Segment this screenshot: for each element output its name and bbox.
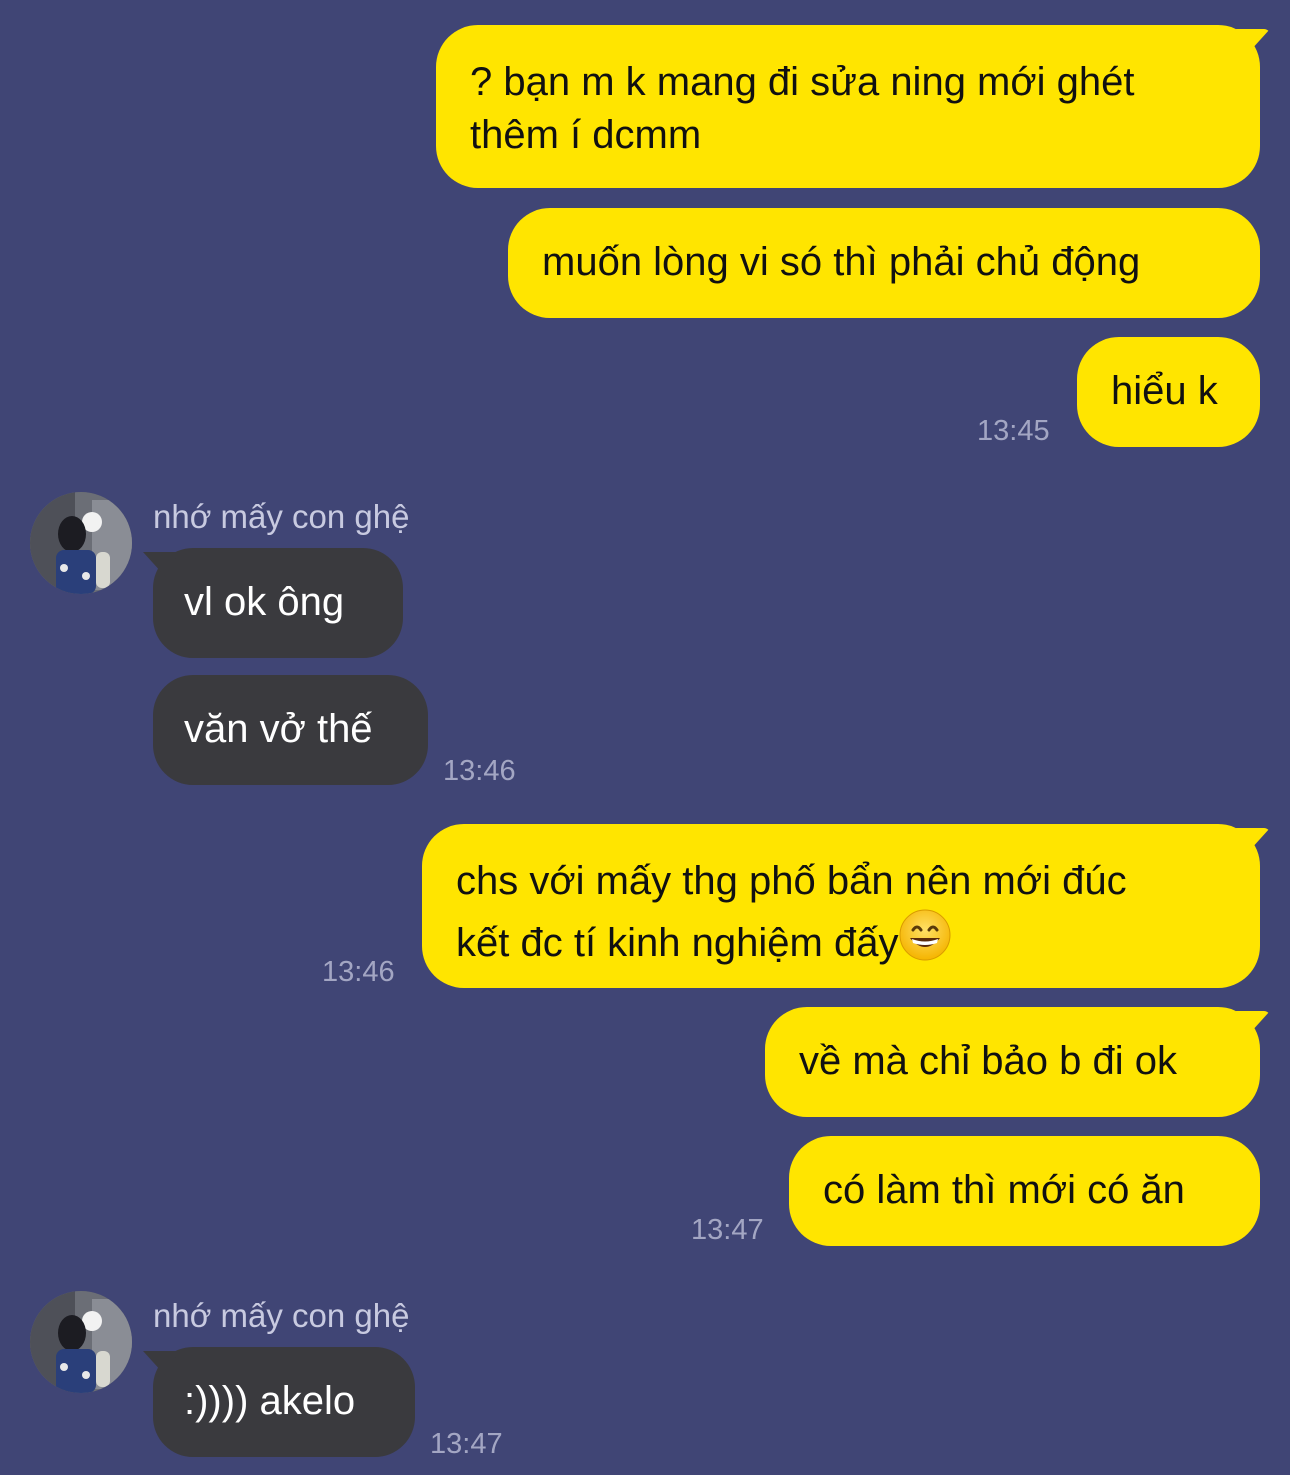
outgoing-message-bubble[interactable]: chs với mấy thg phố bẩn nên mới đúc kết …	[422, 824, 1260, 988]
message-text-line-1: chs với mấy thg phố bẩn nên mới đúc	[456, 859, 1127, 903]
message-text: có làm thì mới có ăn	[823, 1168, 1185, 1212]
grinning-face-icon	[898, 908, 952, 976]
incoming-message-bubble[interactable]: :)))) akelo	[153, 1347, 415, 1457]
message-timestamp: 13:47	[430, 1428, 503, 1460]
incoming-message-bubble[interactable]: văn vở thế	[153, 675, 428, 785]
message-timestamp: 13:47	[691, 1214, 764, 1246]
outgoing-message-bubble[interactable]: về mà chỉ bảo b đi ok	[765, 1007, 1260, 1117]
message-text: vl ok ông	[184, 580, 345, 624]
outgoing-message-bubble[interactable]: ? bạn m k mang đi sửa ning mới ghét thêm…	[436, 25, 1260, 188]
sender-name: nhớ mấy con ghệ	[153, 1297, 410, 1334]
message-text: về mà chỉ bảo b đi ok	[799, 1039, 1177, 1083]
message-text: hiểu k	[1111, 369, 1218, 413]
contact-avatar[interactable]	[30, 492, 132, 594]
contact-avatar[interactable]	[30, 1291, 132, 1393]
message-timestamp: 13:46	[443, 755, 516, 787]
message-text: văn vở thế	[184, 707, 373, 751]
message-text: :)))) akelo	[184, 1379, 356, 1423]
sender-name: nhớ mấy con ghệ	[153, 498, 410, 535]
incoming-message-bubble[interactable]: vl ok ông	[153, 548, 403, 658]
message-text-line-2: kết đc tí kinh nghiệm đấy	[456, 908, 1260, 976]
message-text: ? bạn m k mang đi sửa ning mới ghét thêm…	[470, 60, 1135, 157]
outgoing-message-bubble[interactable]: có làm thì mới có ăn	[789, 1136, 1260, 1246]
outgoing-message-bubble[interactable]: hiểu k	[1077, 337, 1260, 447]
message-timestamp: 13:45	[977, 415, 1050, 447]
message-text: muốn lòng vi só thì phải chủ động	[542, 240, 1141, 284]
avatar-photo-icon	[30, 1291, 132, 1393]
message-timestamp: 13:46	[322, 956, 395, 988]
avatar-photo-icon	[30, 492, 132, 594]
outgoing-message-bubble[interactable]: muốn lòng vi só thì phải chủ động	[508, 208, 1260, 318]
